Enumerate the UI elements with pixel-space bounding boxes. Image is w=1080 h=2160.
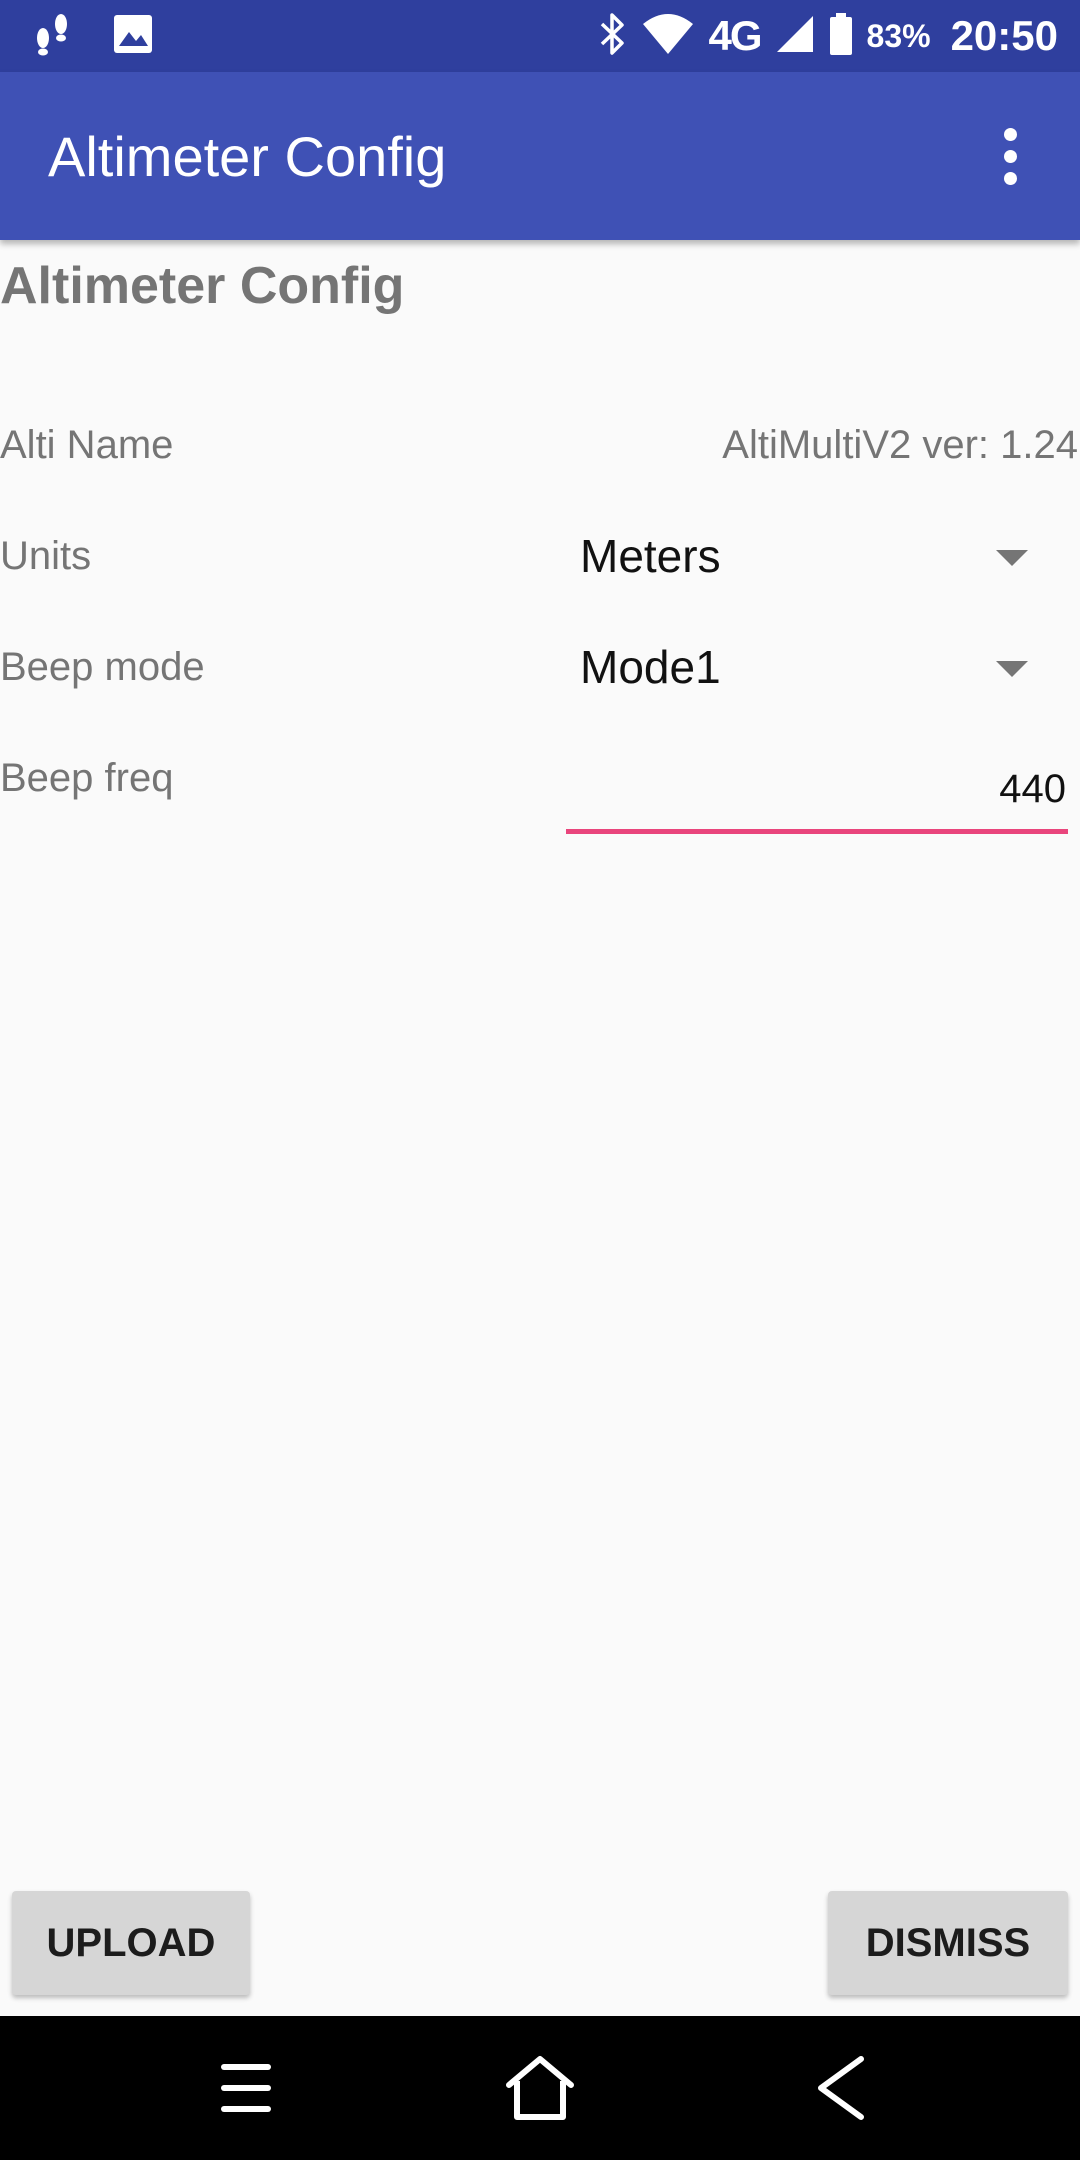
units-spinner[interactable]: Meters [566, 506, 1046, 606]
overflow-dot [1003, 171, 1017, 185]
alti-name-value: AltiMultiV2 ver: 1.24 [722, 423, 1078, 467]
upload-button[interactable]: UPLOAD [12, 1891, 250, 1995]
network-type: 4G [708, 12, 763, 59]
image-icon [112, 13, 154, 60]
navigation-bar [0, 2016, 1080, 2160]
wifi-icon [641, 12, 695, 61]
back-icon[interactable] [790, 2038, 890, 2138]
units-label: Units [0, 534, 92, 578]
more-vert-icon[interactable] [970, 116, 1050, 196]
alti-name-label: Alti Name [0, 423, 174, 467]
beep-mode-spinner[interactable]: Mode1 [566, 617, 1046, 717]
status-right-icons: 4G 83% 20:50 [597, 0, 1058, 72]
battery-percent: 83% [866, 17, 931, 54]
beep-freq-input[interactable] [566, 750, 1068, 829]
beep-mode-selected-value: Mode1 [580, 641, 721, 693]
menu-icon[interactable] [196, 2038, 296, 2138]
clock: 20:50 [950, 12, 1058, 59]
beep-freq-field[interactable] [566, 750, 1068, 834]
bluetooth-icon [597, 11, 627, 62]
app-bar-title: Altimeter Config [48, 124, 447, 188]
beep-freq-label: Beep freq [0, 756, 174, 800]
config-form: Altimeter Config Alti Name AltiMultiV2 v… [0, 240, 1080, 2016]
dropdown-arrow-icon [996, 550, 1028, 566]
battery-icon [829, 12, 853, 61]
app-bar: Altimeter Config [0, 72, 1080, 240]
dismiss-button[interactable]: DISMISS [828, 1891, 1068, 1995]
beep-mode-label: Beep mode [0, 645, 205, 689]
footprints-icon [30, 12, 74, 61]
overflow-dot [1003, 149, 1017, 163]
signal-icon [775, 14, 815, 59]
dropdown-arrow-icon [996, 661, 1028, 677]
page-title: Altimeter Config [0, 257, 405, 315]
status-left-icons [30, 12, 154, 61]
home-icon[interactable] [490, 2038, 590, 2138]
overflow-dot [1003, 127, 1017, 141]
units-selected-value: Meters [580, 530, 721, 582]
status-bar: 4G 83% 20:50 [0, 0, 1080, 72]
